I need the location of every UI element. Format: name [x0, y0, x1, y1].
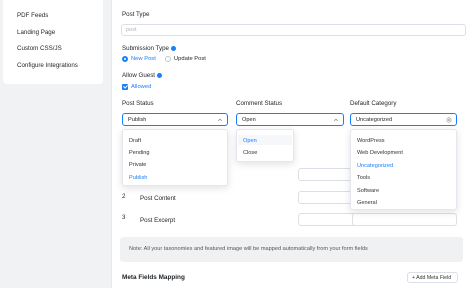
- help-icon[interactable]: [171, 45, 177, 51]
- submission-type-label-text: Submission Type: [122, 45, 170, 52]
- sidebar-item-custom-css-js[interactable]: Custom CSS/JS: [17, 45, 62, 52]
- field-row-number: 2: [122, 193, 126, 200]
- post-status-option-publish[interactable]: Publish: [129, 175, 147, 181]
- chevron-up-icon: [217, 118, 223, 122]
- field-row-number: 3: [122, 214, 126, 221]
- radio-update-post-label: Update Post: [174, 56, 206, 63]
- post-type-label: Post Type: [122, 11, 150, 18]
- post-status-value: Publish: [128, 117, 147, 123]
- comment-status-option-open[interactable]: Open: [243, 138, 257, 144]
- sidebar-item-landing-page[interactable]: Landing Page: [17, 29, 55, 36]
- radio-new-post[interactable]: New Post: [122, 56, 156, 63]
- comment-status-option-close[interactable]: Close: [243, 150, 257, 156]
- help-icon[interactable]: [157, 72, 163, 78]
- sidebar-panel: PDF Feeds Landing Page Custom CSS/JS Con…: [3, 0, 103, 84]
- comment-status-label: Comment Status: [236, 100, 283, 107]
- taxonomy-note: Note: All your taxonomies and featured i…: [120, 237, 463, 262]
- checkbox-checked-icon: [122, 84, 128, 91]
- category-option-web-development[interactable]: Web Development: [357, 150, 403, 156]
- clear-icon[interactable]: [446, 117, 452, 123]
- category-option-wordpress[interactable]: WordPress: [357, 138, 385, 144]
- comment-status-select[interactable]: Open: [236, 113, 344, 126]
- default-category-dropdown: WordPress Web Development Uncategorized …: [350, 129, 457, 210]
- category-option-general[interactable]: General: [357, 200, 377, 206]
- sidebar-item-pdf-feeds[interactable]: PDF Feeds: [17, 12, 48, 19]
- allow-guest-checkbox-label: Allowed: [131, 84, 152, 91]
- post-excerpt-value-input[interactable]: [352, 213, 457, 226]
- radio-selected-icon: [122, 56, 128, 63]
- allow-guest-label: Allow Guest: [122, 72, 163, 79]
- post-feed-settings: Post Type post Submission Type New Post …: [111, 0, 474, 288]
- add-meta-field-button[interactable]: + Add Meta Field: [407, 272, 458, 283]
- post-status-option-private[interactable]: Private: [129, 162, 146, 168]
- category-option-software[interactable]: Software: [357, 188, 379, 194]
- post-status-option-draft[interactable]: Draft: [129, 138, 141, 144]
- post-status-option-pending[interactable]: Pending: [129, 150, 150, 156]
- radio-new-post-label: New Post: [131, 56, 156, 63]
- comment-status-value: Open: [242, 117, 256, 123]
- post-status-dropdown: Draft Pending Private Publish: [122, 129, 228, 186]
- radio-update-post[interactable]: Update Post: [165, 56, 206, 63]
- category-option-uncategorized[interactable]: Uncategorized: [357, 163, 393, 169]
- post-status-label: Post Status: [122, 100, 154, 107]
- post-type-input[interactable]: post: [121, 24, 466, 36]
- post-excerpt-mapping-input[interactable]: [298, 213, 358, 226]
- default-category-value: Uncategorized: [356, 117, 393, 123]
- submission-type-label: Submission Type: [122, 45, 177, 52]
- sidebar-item-configure-integrations[interactable]: Configure Integrations: [17, 62, 78, 69]
- allow-guest-checkbox[interactable]: Allowed: [122, 84, 151, 91]
- field-mapping-input-1[interactable]: [298, 168, 358, 181]
- default-category-select[interactable]: Uncategorized: [350, 113, 457, 126]
- category-option-tools[interactable]: Tools: [357, 175, 370, 181]
- post-content-mapping-input[interactable]: [298, 191, 358, 204]
- comment-status-dropdown: Open Close: [236, 129, 294, 162]
- radio-unselected-icon: [165, 56, 171, 63]
- post-status-select[interactable]: Publish: [122, 113, 228, 126]
- default-category-label: Default Category: [350, 100, 397, 107]
- meta-fields-heading: Meta Fields Mapping: [122, 274, 185, 281]
- allow-guest-label-text: Allow Guest: [122, 72, 156, 79]
- sidebar: PDF Feeds Landing Page Custom CSS/JS Con…: [0, 0, 105, 288]
- chevron-up-icon: [333, 118, 339, 122]
- field-row-post-excerpt-label: Post Excerpt: [140, 217, 176, 224]
- field-row-post-content-label: Post Content: [140, 195, 176, 202]
